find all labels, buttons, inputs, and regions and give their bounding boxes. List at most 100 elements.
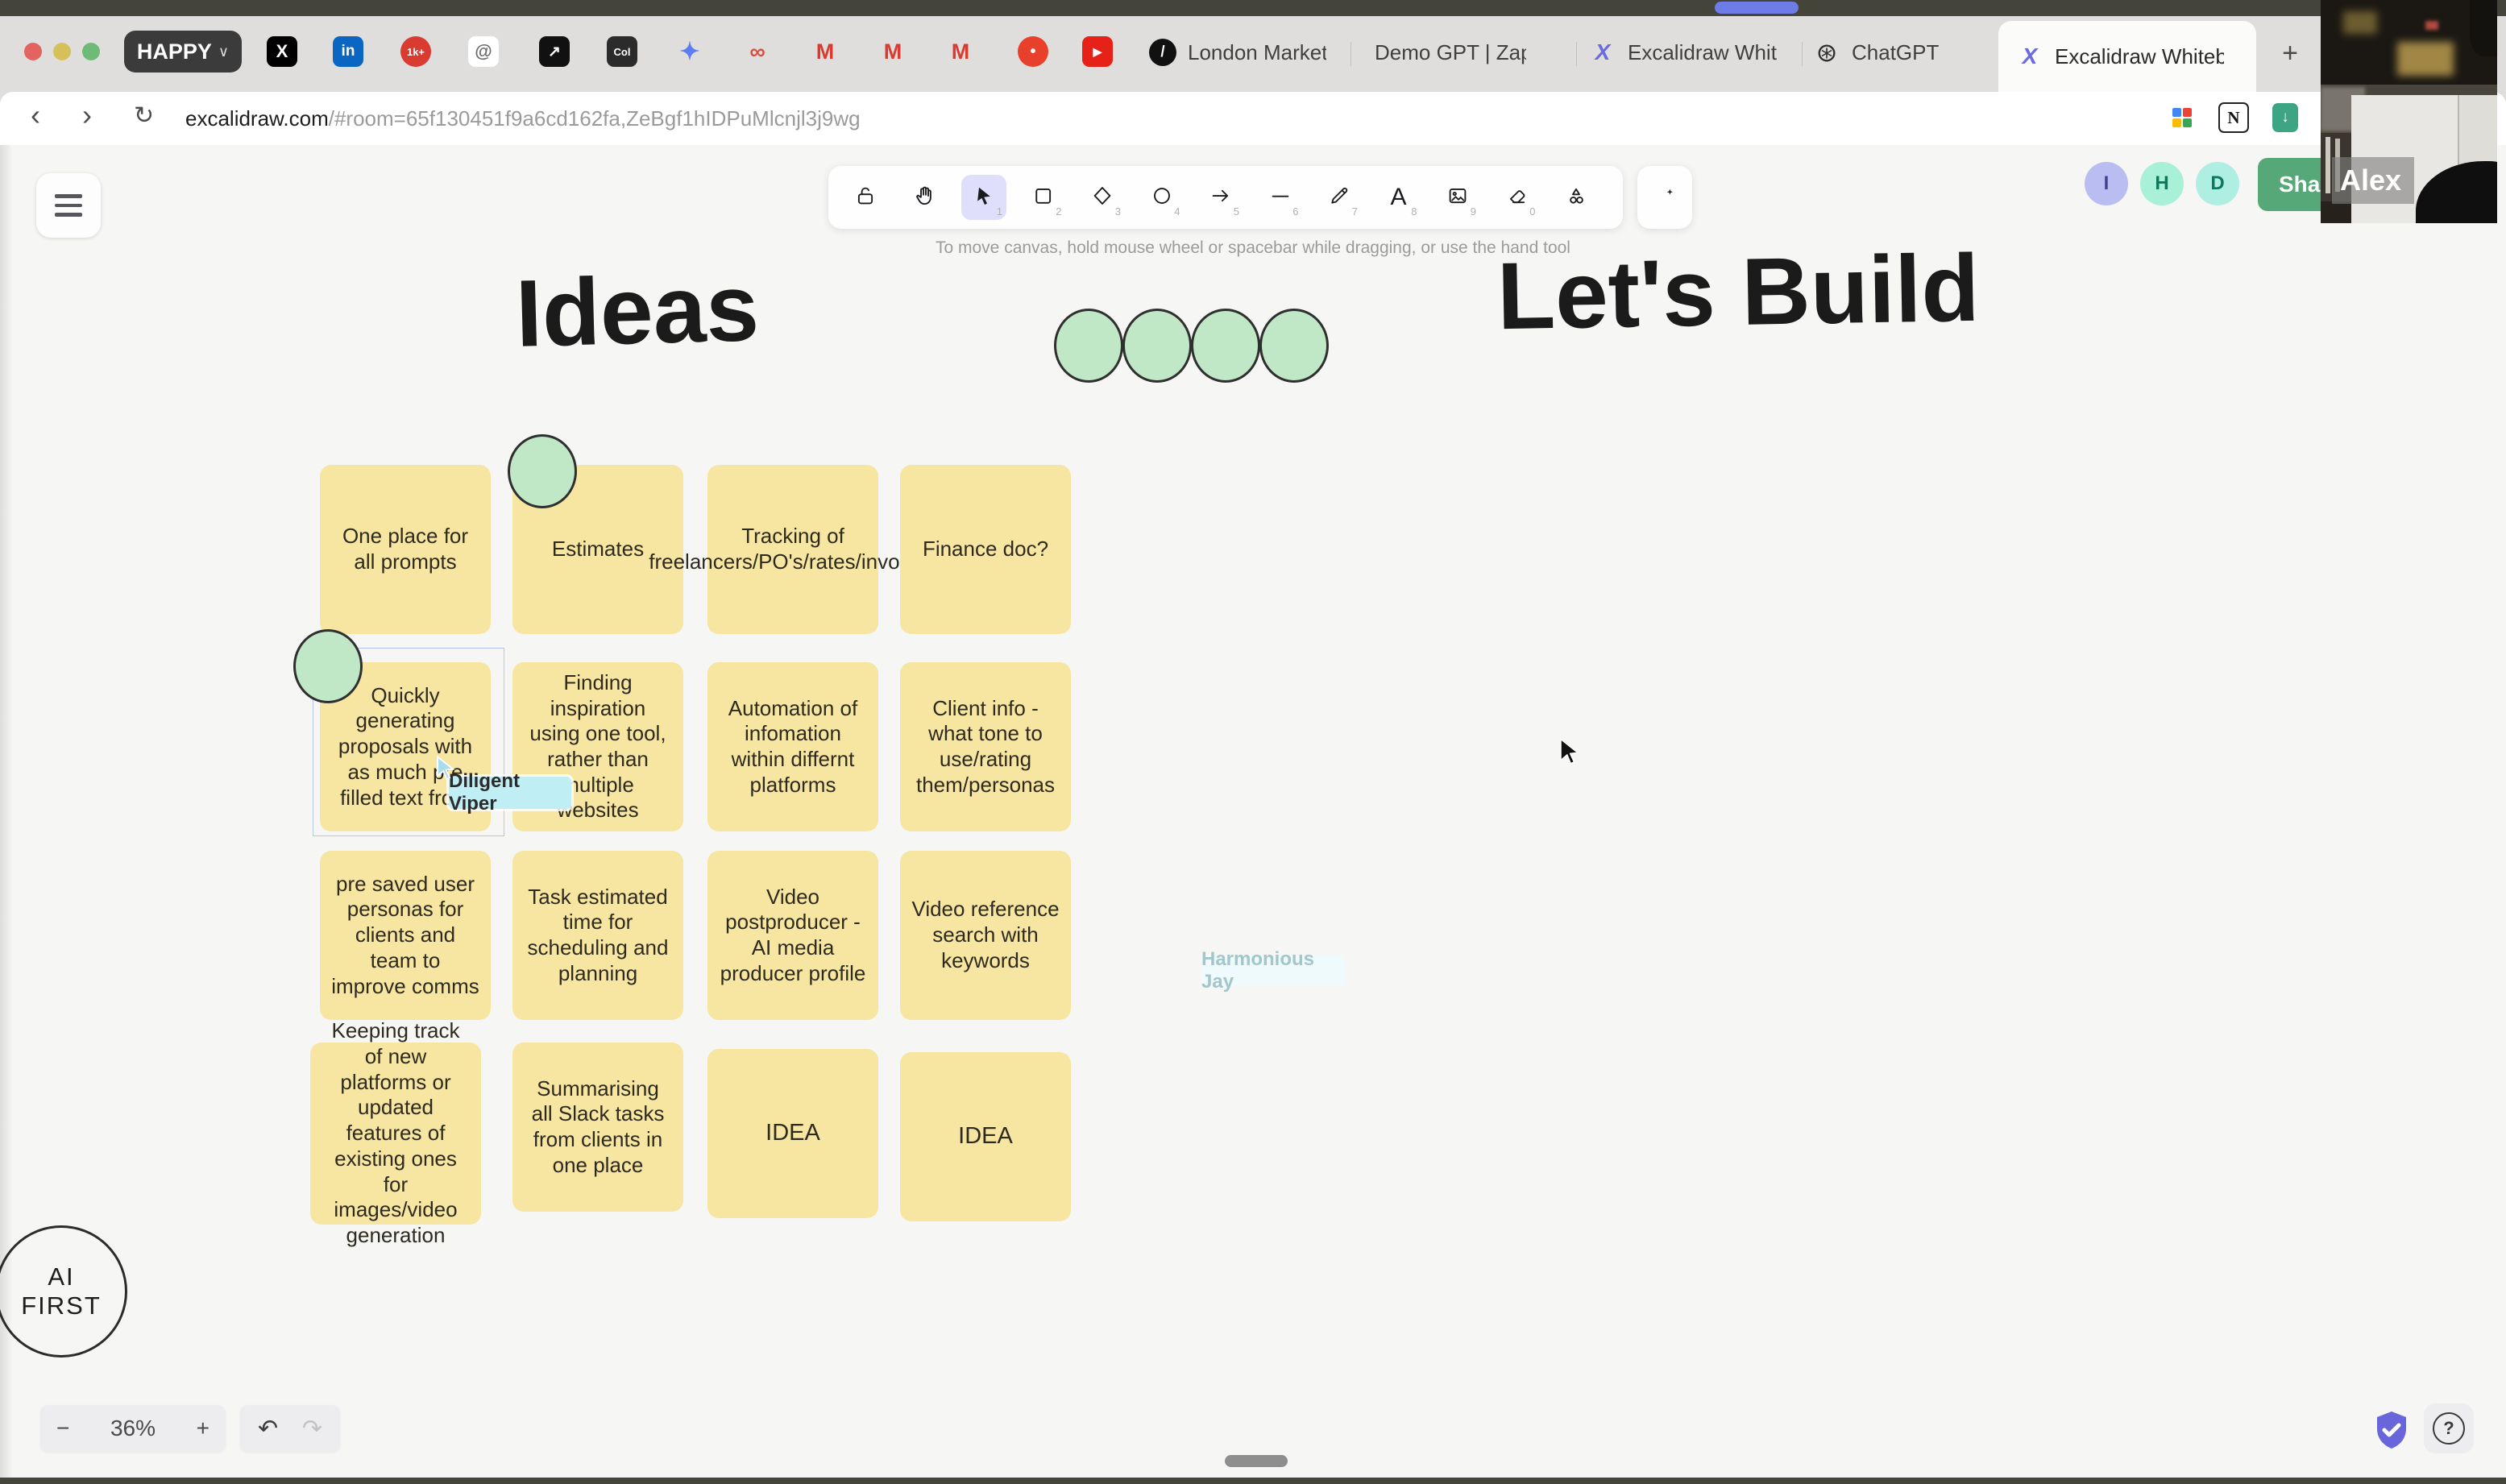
zoom-in-button[interactable]: + (197, 1405, 210, 1452)
line-tool-icon (1268, 184, 1292, 212)
sticky-note[interactable]: Video postproducer - AI media producer p… (707, 851, 878, 1020)
tab-label: Excalidraw Whitebo (2055, 44, 2224, 69)
sticky-note[interactable]: IDEA (900, 1052, 1071, 1221)
sticky-note[interactable]: Summarising all Slack tasks from clients… (512, 1043, 683, 1212)
tab-chatgpt[interactable]: ⊛ChatGPT (1808, 29, 1982, 76)
green-dot[interactable] (1122, 309, 1192, 383)
ellipse-tool[interactable]: 4 (1139, 175, 1185, 220)
tool-shortcut: 7 (1352, 205, 1358, 218)
capture-icon[interactable]: ↗ (538, 35, 570, 68)
col-icon-glyph: Col (607, 36, 637, 67)
green-dot[interactable] (1191, 309, 1260, 383)
diamond-tool[interactable]: 3 (1080, 175, 1125, 220)
reddit-icon[interactable]: • (1017, 35, 1049, 68)
laser-tool[interactable] (1637, 166, 1692, 229)
horizontal-scrollbar[interactable] (1225, 1455, 1288, 1467)
tab-excalidraw-2[interactable]: X Excalidraw Whitebo (1998, 21, 2256, 92)
canvas-title-ideas[interactable]: Ideas (514, 253, 760, 369)
sticky-note[interactable]: Finance doc? (900, 465, 1071, 634)
hand-tool[interactable] (902, 175, 948, 220)
sticky-note[interactable]: Client info - what tone to use/rating th… (900, 662, 1071, 831)
sticky-note[interactable]: One place for all prompts (320, 465, 491, 634)
url-text[interactable]: excalidraw.com/#room=65f130451f9a6cd162f… (185, 106, 861, 131)
excalidraw-icon: X (1589, 39, 1616, 66)
sticky-note[interactable]: Automation of infomation within differnt… (707, 662, 878, 831)
tab-label: Excalidraw Whitebo (1628, 40, 1778, 65)
help-button[interactable]: ? (2424, 1403, 2474, 1453)
gmail-icon[interactable]: M (877, 35, 909, 68)
shapes-tool[interactable] (1554, 175, 1599, 220)
onek-plus-icon[interactable]: 1k+ (400, 35, 432, 68)
avatar-h[interactable]: H (2140, 162, 2184, 205)
x-icon[interactable]: X (266, 35, 298, 68)
rectangle-tool-icon (1031, 184, 1056, 212)
avatar-initial: D (2210, 172, 2224, 195)
col-icon[interactable]: Col (606, 35, 638, 68)
line-tool[interactable]: 6 (1258, 175, 1303, 220)
image-tool[interactable]: 9 (1435, 175, 1480, 220)
swirl-icon[interactable]: @ (467, 35, 500, 68)
avatar-initial: I (2104, 172, 2110, 195)
collaborator-cursor-diligent-viper (435, 756, 458, 784)
youtube-icon[interactable]: ▶ (1081, 35, 1114, 68)
new-tab-button[interactable]: + (2272, 35, 2308, 71)
tab-london-marketing[interactable]: /London Marketing (1144, 29, 1347, 76)
tool-shortcut: 9 (1471, 205, 1476, 218)
eraser-tool[interactable]: 0 (1495, 175, 1540, 220)
text-tool-icon: A (1390, 184, 1406, 211)
avatar-d[interactable]: D (2196, 162, 2239, 205)
redo-button[interactable]: ↷ (302, 1405, 322, 1452)
onek-plus-icon-glyph: 1k+ (400, 36, 431, 67)
draw-tool[interactable]: 7 (1317, 175, 1362, 220)
avatar-i[interactable]: I (2085, 162, 2128, 205)
back-button[interactable]: ‹ (31, 98, 40, 132)
gmail-icon[interactable]: M (944, 35, 977, 68)
green-circle-row2[interactable] (293, 629, 363, 703)
linkedin-icon[interactable]: in (332, 35, 364, 68)
excalidraw-icon: X (2016, 43, 2043, 70)
ellipse-tool-icon (1150, 184, 1174, 212)
sticky-note[interactable]: pre saved user personas for clients and … (320, 851, 491, 1020)
forward-button[interactable]: › (82, 98, 92, 132)
canvas-title-lets-build[interactable]: Let's Build (1496, 234, 1981, 351)
text-tool[interactable]: A8 (1376, 175, 1421, 220)
tab-demo-gpt-zapier[interactable]: Demo GPT | Zapier (1359, 29, 1575, 76)
tab-label: London Marketing (1188, 40, 1326, 65)
tab-separator (1576, 42, 1577, 66)
lock-tool[interactable] (843, 175, 888, 220)
url-domain: excalidraw.com (185, 106, 329, 131)
ai-first-badge[interactable]: AI FIRST (0, 1225, 127, 1358)
encryption-shield-icon[interactable] (2372, 1410, 2411, 1456)
rectangle-tool[interactable]: 2 (1021, 175, 1066, 220)
sticky-note[interactable]: Tracking of freelancers/PO's/rates/invoi… (707, 465, 878, 634)
sticky-note[interactable]: Video reference search with keywords (900, 851, 1071, 1020)
gmail-icon[interactable]: M (809, 35, 841, 68)
sticky-note[interactable]: IDEA (707, 1049, 878, 1218)
green-dot[interactable] (1259, 309, 1329, 383)
extensions-icon[interactable] (2166, 102, 2198, 134)
capture-icon-glyph: ↗ (539, 36, 570, 67)
green-circle-estimates[interactable] (508, 434, 577, 508)
notion-icon[interactable]: N (2218, 102, 2250, 134)
arrow-tool[interactable]: 5 (1198, 175, 1243, 220)
sticky-note[interactable]: Task estimated time for scheduling and p… (512, 851, 683, 1020)
profile-pill[interactable]: HAPPY ∨ (124, 31, 242, 73)
minimize-button[interactable] (53, 43, 71, 60)
excalidraw-toolbar: 123456 7 A8 9 0 (828, 166, 1623, 229)
window-top-strip (0, 0, 2506, 16)
mouse-cursor (1558, 738, 1583, 769)
google-icon[interactable]: ∞ (741, 35, 774, 68)
tab-excalidraw-1[interactable]: X Excalidraw Whitebo (1584, 29, 1799, 76)
undo-button[interactable]: ↶ (258, 1405, 278, 1452)
gemini-icon[interactable]: ✦ (674, 35, 706, 68)
zoom-button[interactable] (82, 43, 100, 60)
reload-button[interactable]: ↻ (134, 102, 154, 130)
close-button[interactable] (24, 43, 42, 60)
badge-line2: FIRST (21, 1291, 102, 1320)
webcam-dark-corner (2470, 0, 2497, 56)
menu-button[interactable] (36, 173, 101, 238)
save-doc-icon[interactable]: ↓ (2269, 102, 2301, 134)
green-dot[interactable] (1054, 309, 1123, 383)
sticky-note[interactable]: Keeping track of new platforms or update… (310, 1043, 481, 1225)
selection-tool[interactable]: 1 (961, 175, 1006, 220)
